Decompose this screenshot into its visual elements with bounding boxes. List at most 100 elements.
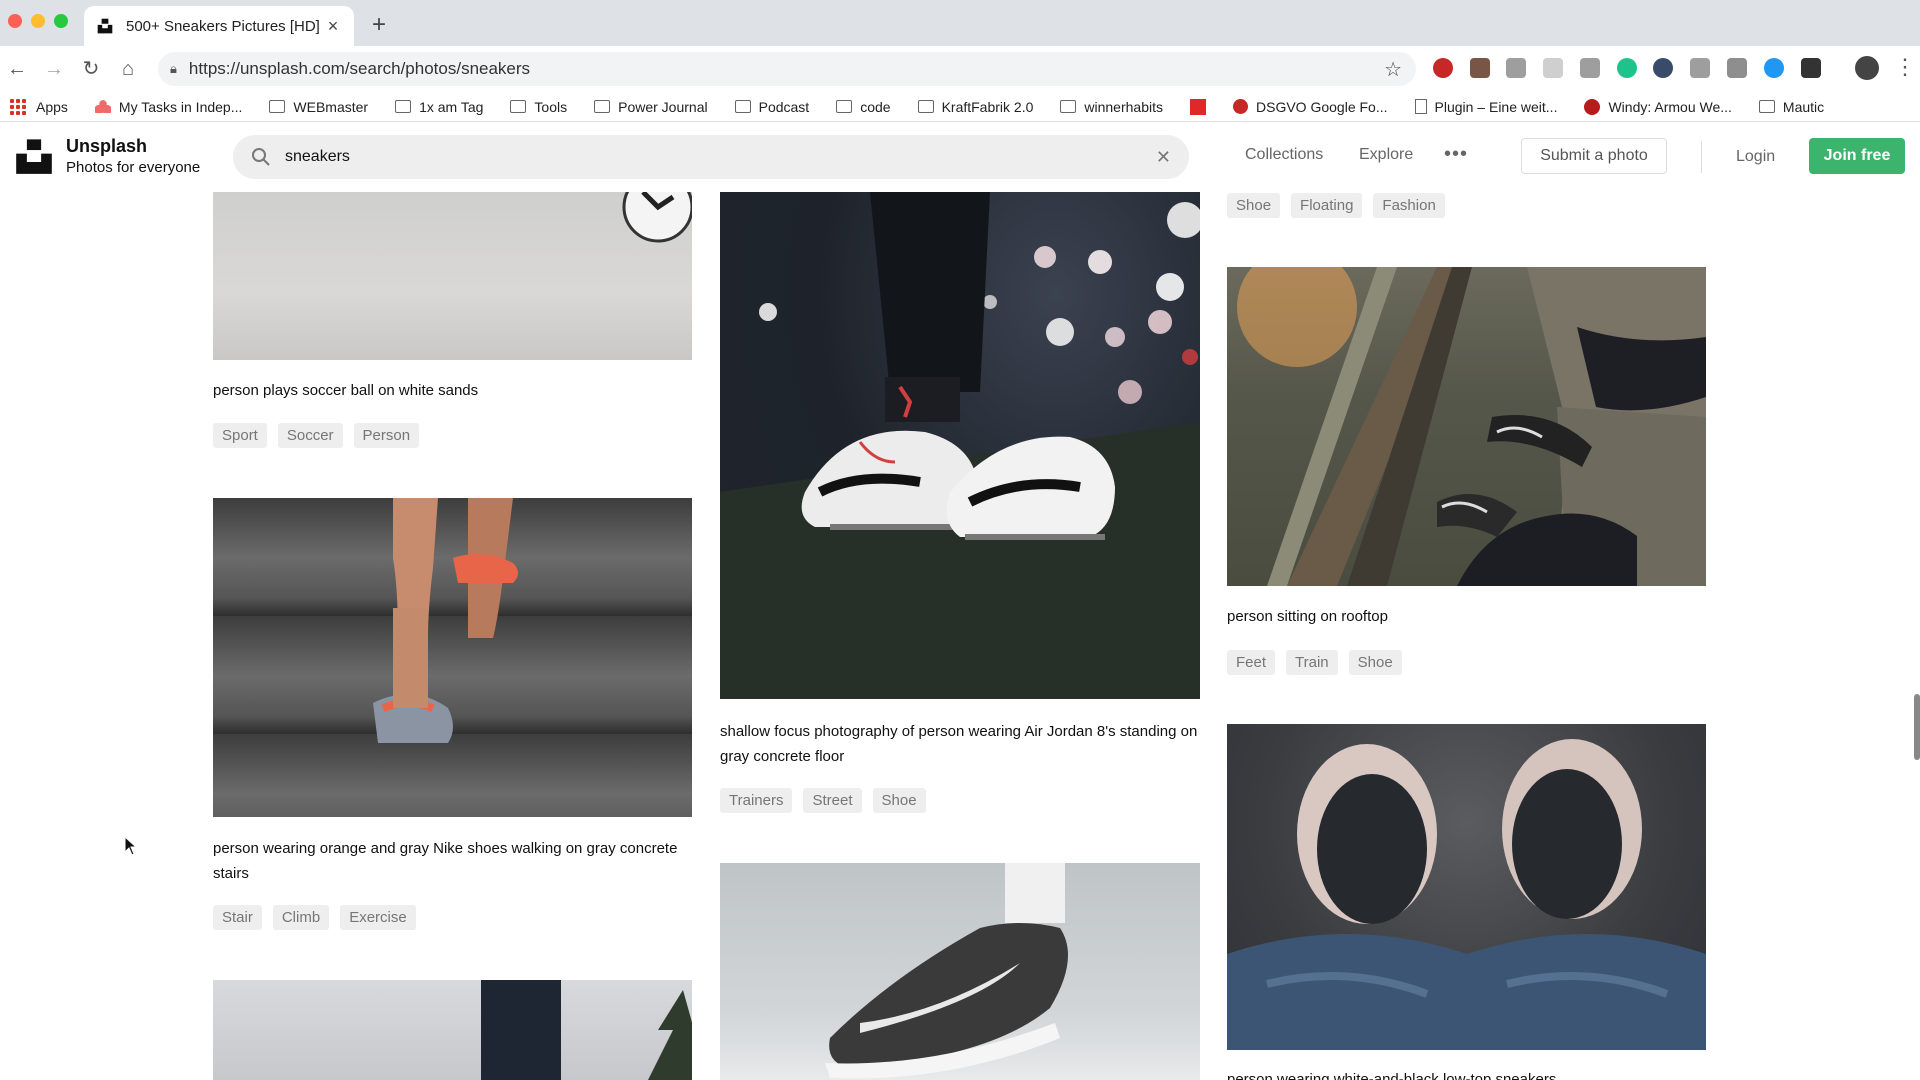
bookmark-label: My Tasks in Indep...	[118, 98, 243, 115]
translate-extension-icon[interactable]	[1543, 58, 1563, 78]
browser-toolbar: ← → ↻ ⌂ 🔒︎ https://unsplash.com/search/p…	[0, 46, 1920, 92]
bookmarks-bar: Apps My Tasks in Indep... WEBmaster 1x a…	[0, 92, 1920, 122]
tag[interactable]: Floating	[1291, 193, 1363, 218]
tag[interactable]: Shoe	[1227, 193, 1281, 218]
colorpicker-extension-icon[interactable]	[1470, 58, 1490, 78]
tag[interactable]: Climb	[272, 905, 330, 930]
tag[interactable]: Person	[353, 423, 420, 448]
tag[interactable]: Feet	[1227, 650, 1276, 675]
brand-tagline: Photos for everyone	[66, 159, 201, 176]
bookmark-label: Apps	[36, 98, 68, 115]
rooftop-photo-art	[1237, 267, 1706, 586]
bookmark-power-journal[interactable]: Power Journal	[594, 99, 708, 115]
window-minimize-button[interactable]	[31, 14, 45, 28]
site-icon	[1584, 98, 1601, 115]
home-button[interactable]: ⌂	[115, 56, 141, 82]
page-scrollbar-thumb[interactable]	[1914, 694, 1920, 760]
nav-explore[interactable]: Explore	[1359, 146, 1413, 164]
bookmark-winnerhabits[interactable]: winnerhabits	[1060, 99, 1163, 115]
brand[interactable]: Unsplash Photos for everyone	[66, 136, 200, 176]
tag[interactable]: Fashion	[1373, 193, 1445, 218]
bookmark-tools[interactable]: Tools	[510, 99, 567, 115]
drive-extension-icon[interactable]	[1727, 58, 1747, 78]
photo-low-top-sneakers[interactable]	[1227, 724, 1706, 1050]
nike-photo-art	[825, 863, 1068, 1079]
code-extension-icon[interactable]	[1580, 58, 1600, 78]
photo-rooftop[interactable]	[1227, 267, 1706, 586]
bookmark-windy[interactable]: Windy: Armou We...	[1584, 98, 1732, 115]
tag[interactable]: Shoe	[872, 788, 926, 813]
search-icon	[252, 148, 270, 166]
m-extension-icon[interactable]	[1801, 58, 1821, 78]
tag[interactable]: Trainers	[720, 788, 793, 813]
bookmark-label: Mautic	[1782, 98, 1825, 115]
bookmark-podcast[interactable]: Podcast	[734, 99, 809, 115]
login-link[interactable]: Login	[1736, 148, 1775, 166]
photo-soccer[interactable]	[213, 192, 692, 360]
browser-tab-strip: 500+ Sneakers Pictures [HD] | × +	[0, 0, 1920, 46]
bookmark-label: Power Journal	[618, 98, 708, 115]
photo-caption: person plays soccer ball on white sands	[213, 382, 479, 399]
bookmark-star-icon[interactable]: ☆	[1384, 57, 1402, 82]
profile-avatar[interactable]	[1855, 56, 1879, 80]
browser-tab[interactable]: 500+ Sneakers Pictures [HD] | ×	[84, 6, 354, 46]
bookmark-1x-am-tag[interactable]: 1x am Tag	[395, 99, 483, 115]
photo-nike-flyknit[interactable]	[720, 863, 1200, 1080]
tag-list: Stair Climb Exercise	[213, 905, 416, 930]
bookmark-mautic[interactable]: Mautic	[1758, 98, 1825, 115]
bookmark-label: Windy: Armou We...	[1608, 98, 1732, 115]
bookmark-dsgvo[interactable]: DSGVO Google Fo...	[1233, 99, 1388, 115]
tag[interactable]: Shoe	[1348, 650, 1402, 675]
tag[interactable]: Stair	[213, 905, 262, 930]
grammarly-extension-icon[interactable]	[1617, 58, 1637, 78]
tag[interactable]: Sport	[213, 423, 267, 448]
extension-icon[interactable]	[1506, 58, 1526, 78]
back-button[interactable]: ←	[4, 56, 30, 82]
lb-extension-icon[interactable]	[1690, 58, 1710, 78]
bookmark-label: 1x am Tag	[419, 98, 484, 115]
bookmark-label: Tools	[534, 98, 568, 115]
address-bar[interactable]: 🔒︎ https://unsplash.com/search/photos/sn…	[158, 52, 1416, 86]
bookmark-plugin[interactable]: Plugin – Eine weit...	[1414, 99, 1557, 115]
bookmark-my-tasks[interactable]: My Tasks in Indep...	[94, 98, 243, 115]
window-close-button[interactable]	[8, 14, 22, 28]
outdoor-photo-art	[481, 980, 692, 1080]
bookmark-webmaster[interactable]: WEBmaster	[269, 99, 368, 115]
folder-icon	[594, 100, 611, 113]
photo-air-jordan[interactable]	[720, 192, 1200, 699]
folder-icon	[1060, 100, 1077, 113]
blue-extension-icon[interactable]	[1764, 58, 1784, 78]
submit-photo-button[interactable]: Submit a photo	[1521, 138, 1667, 174]
asana-icon	[94, 100, 111, 113]
photo-person-outdoor[interactable]	[213, 980, 692, 1080]
adblock-extension-icon[interactable]	[1433, 58, 1453, 78]
tag[interactable]: Train	[1286, 650, 1338, 675]
tag[interactable]: Exercise	[340, 905, 416, 930]
bookmark-kraftfabrik[interactable]: KraftFabrik 2.0	[917, 99, 1033, 115]
photo-caption: person wearing white-and-black low-top s…	[1227, 1071, 1557, 1080]
new-tab-button[interactable]: +	[372, 11, 386, 39]
bookmark-apps[interactable]: Apps	[10, 98, 68, 115]
photo-stairs[interactable]	[213, 498, 692, 817]
reload-button[interactable]: ↻	[78, 56, 104, 82]
browser-menu-icon[interactable]: ⋮	[1894, 54, 1916, 80]
tag-list: Feet Train Shoe	[1227, 650, 1402, 675]
flipboard-icon	[1190, 98, 1206, 115]
tag[interactable]: Soccer	[277, 423, 343, 448]
folder-icon	[510, 100, 527, 113]
folder-icon	[1758, 100, 1775, 113]
unsplash-logo-icon[interactable]	[15, 137, 53, 175]
forward-button[interactable]: →	[41, 56, 67, 82]
join-free-button[interactable]: Join free	[1809, 138, 1905, 174]
stairs-photo-art	[373, 498, 518, 743]
bookmark-code[interactable]: code	[836, 99, 891, 115]
bookmark-flipboard[interactable]	[1190, 98, 1206, 115]
email-extension-icon[interactable]	[1653, 58, 1673, 78]
tab-close-icon[interactable]: ×	[324, 16, 342, 37]
tag[interactable]: Street	[803, 788, 862, 813]
more-icon[interactable]: •••	[1444, 143, 1468, 166]
window-maximize-button[interactable]	[54, 14, 68, 28]
search-input[interactable]: sneakers ✕	[233, 135, 1189, 179]
nav-collections[interactable]: Collections	[1245, 146, 1323, 164]
clear-search-icon[interactable]: ✕	[1156, 147, 1171, 168]
